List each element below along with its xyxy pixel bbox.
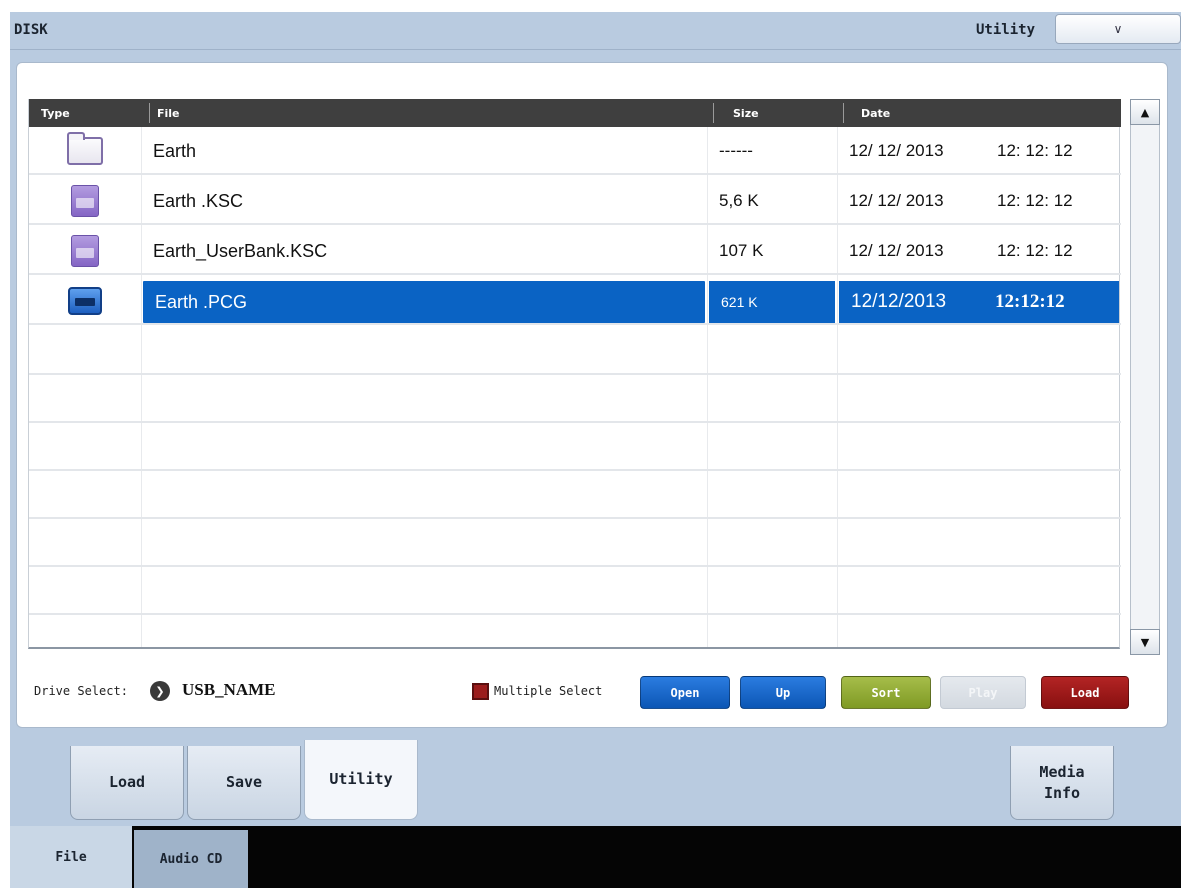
column-header-file[interactable]: File [157, 107, 180, 120]
column-divider [713, 103, 714, 123]
empty-row[interactable] [29, 327, 1121, 375]
title-bar: DISK Utility ∨ [10, 12, 1181, 50]
file-size: ------ [719, 141, 753, 160]
scroll-up-button[interactable]: ▲ [1130, 99, 1160, 125]
tab-save[interactable]: Save [187, 746, 301, 820]
file-name: Earth [153, 140, 197, 161]
play-button: Play [940, 676, 1026, 709]
tab-label: Media [1039, 762, 1085, 781]
tab-label: File [55, 849, 87, 865]
table-row-selected[interactable]: Earth .PCG 621 K 12/12/2013 12:12:12 [29, 277, 1121, 325]
tab-label: Load [108, 773, 146, 791]
load-button[interactable]: Load [1041, 676, 1129, 709]
drive-select-label: Drive Select: [34, 684, 128, 698]
file-date: 12/12/2013 [839, 281, 995, 323]
open-button[interactable]: Open [640, 676, 730, 709]
column-header-size[interactable]: Size [733, 107, 759, 120]
multiple-select-label: Multiple Select [494, 684, 603, 698]
scrollbar-track[interactable] [1130, 99, 1160, 655]
chevron-right-icon: ❯ [155, 684, 165, 698]
page-title: DISK [14, 22, 48, 38]
empty-row[interactable] [29, 471, 1121, 519]
empty-row[interactable] [29, 423, 1121, 471]
tab-label: Audio CD [159, 851, 223, 867]
column-divider [149, 103, 150, 123]
empty-row[interactable] [29, 375, 1121, 423]
tab-file[interactable]: File [10, 826, 132, 888]
file-date: 12/ 12/ 2013 [849, 141, 944, 160]
file-date: 12/ 12/ 2013 [849, 241, 944, 260]
file-size: 621 K [709, 281, 835, 323]
page-menu-button[interactable]: ∨ [1055, 14, 1181, 44]
column-header-type[interactable]: Type [41, 107, 70, 120]
tab-label: Utility [329, 770, 393, 788]
file-time: 12: 12: 12 [997, 191, 1073, 210]
drive-select-value[interactable]: USB_NAME [182, 680, 276, 700]
table-row[interactable]: Earth_UserBank.KSC 107 K 12/ 12/ 2013 12… [29, 227, 1121, 275]
file-time: 12: 12: 12 [997, 241, 1073, 260]
sort-button[interactable]: Sort [841, 676, 931, 709]
tab-audio-cd[interactable]: Audio CD [134, 830, 248, 888]
folder-icon [67, 132, 103, 165]
drive-select-arrow-icon[interactable]: ❯ [150, 681, 170, 701]
empty-row[interactable] [29, 567, 1121, 615]
column-header-date[interactable]: Date [861, 107, 890, 120]
file-name: Earth .KSC [153, 190, 244, 211]
arrow-down-icon: ▼ [1140, 635, 1150, 649]
current-page-label: Utility [976, 22, 1036, 38]
tab-label: Info [1043, 783, 1081, 802]
column-divider [843, 103, 844, 123]
scroll-down-button[interactable]: ▼ [1130, 629, 1160, 655]
tab-utility[interactable]: Utility [304, 740, 418, 820]
table-row[interactable]: Earth .KSC 5,6 K 12/ 12/ 2013 12: 12: 12 [29, 177, 1121, 225]
page-tabs-bar [10, 744, 1181, 826]
tab-load[interactable]: Load [70, 746, 184, 820]
type-cell [29, 177, 141, 225]
file-name: Earth .PCG [143, 281, 705, 323]
file-time: 12: 12: 12 [997, 141, 1073, 160]
table-row[interactable]: Earth ------ 12/ 12/ 2013 12: 12: 12 [29, 127, 1121, 175]
type-cell [29, 127, 141, 175]
file-size: 107 K [719, 241, 764, 260]
up-button[interactable]: Up [740, 676, 826, 709]
empty-row[interactable] [29, 519, 1121, 567]
file-table: Type File Size Date Earth ------ 12/ 12/… [28, 99, 1121, 649]
pcg-file-icon [68, 287, 102, 315]
multiple-select-checkbox[interactable] [472, 683, 489, 700]
file-time: 12:12:12 [995, 281, 1119, 323]
type-cell [29, 227, 141, 275]
chevron-down-icon: ∨ [1113, 22, 1123, 36]
ksc-file-icon [71, 185, 99, 217]
tab-label: Save [225, 773, 263, 791]
type-cell [29, 277, 141, 325]
tab-media-info[interactable]: Media Info [1010, 746, 1114, 820]
arrow-up-icon: ▲ [1140, 105, 1150, 119]
table-header: Type File Size Date [29, 99, 1121, 127]
file-size: 5,6 K [719, 191, 759, 210]
file-name: Earth_UserBank.KSC [153, 240, 328, 261]
file-date: 12/ 12/ 2013 [849, 191, 944, 210]
ksc-file-icon [71, 235, 99, 267]
